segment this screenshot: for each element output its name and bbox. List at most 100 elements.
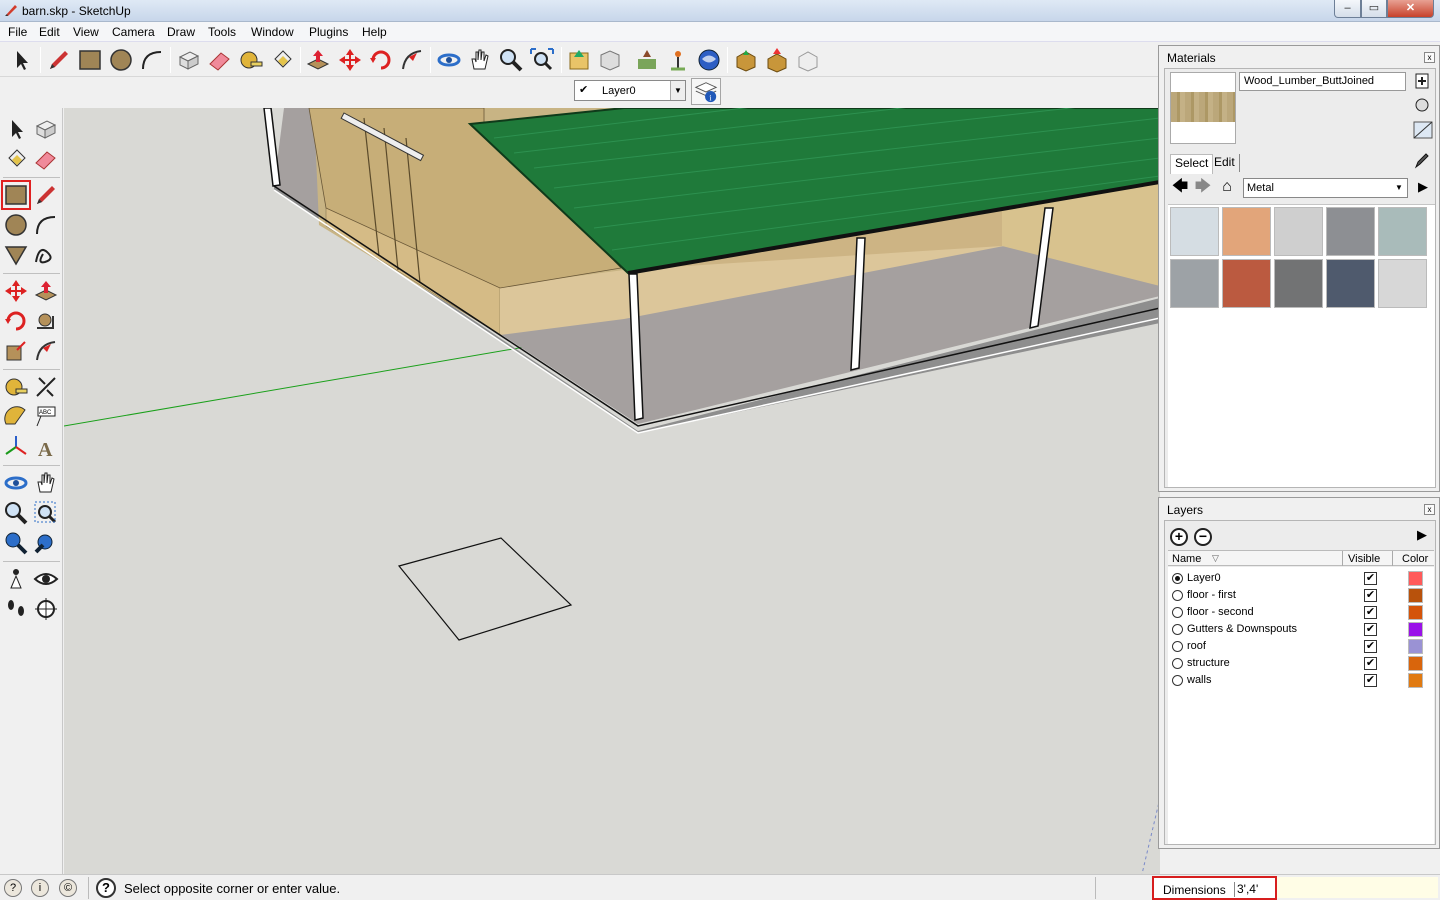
material-swatch[interactable] <box>1274 259 1323 308</box>
walk-footprints-icon[interactable] <box>3 596 29 622</box>
active-layer-radio[interactable] <box>1172 573 1183 584</box>
menu-edit[interactable]: Edit <box>39 25 60 39</box>
eraser-tool-icon[interactable] <box>33 146 59 172</box>
protractor-tool-icon[interactable] <box>3 404 29 430</box>
material-swatch[interactable] <box>1378 259 1427 308</box>
help-icon[interactable]: ? <box>96 878 116 898</box>
text-tool-icon[interactable]: ABC <box>33 404 59 430</box>
menu-help[interactable]: Help <box>362 25 387 39</box>
add-location-icon[interactable] <box>634 47 660 73</box>
make-component-icon[interactable] <box>33 116 59 142</box>
material-name-field[interactable]: Wood_Lumber_ButtJoined <box>1239 72 1406 91</box>
menu-camera[interactable]: Camera <box>112 25 155 39</box>
share-model-icon[interactable] <box>597 47 623 73</box>
zoom-tool-icon[interactable] <box>498 47 524 73</box>
menu-draw[interactable]: Draw <box>167 25 195 39</box>
layer-name[interactable]: floor - second <box>1187 606 1254 618</box>
column-name[interactable]: Name <box>1172 553 1201 565</box>
arc-tool-icon[interactable] <box>139 47 165 73</box>
preview-google-earth-icon[interactable] <box>696 47 722 73</box>
sample-paint-eyedropper-icon[interactable] <box>1413 151 1431 169</box>
orbit-tool-icon[interactable] <box>436 47 462 73</box>
layer-row[interactable]: Gutters & Downspouts ✔ <box>1168 621 1434 638</box>
measurements-box[interactable]: Dimensions 3',4' <box>1152 876 1277 900</box>
zoom-extents-icon[interactable] <box>529 47 555 73</box>
pencil-tool-icon[interactable] <box>46 47 72 73</box>
follow-me-icon[interactable] <box>399 47 425 73</box>
visible-checkbox[interactable]: ✔ <box>1364 674 1377 687</box>
material-swatch[interactable] <box>1222 207 1271 256</box>
section-plane-icon[interactable] <box>33 596 59 622</box>
credits-icon[interactable]: © <box>59 879 77 897</box>
material-swatch[interactable] <box>1274 207 1323 256</box>
layer-name[interactable]: structure <box>1187 657 1230 669</box>
current-layer-dropdown[interactable]: ✔ Layer0 ▼ <box>574 80 686 101</box>
visible-checkbox[interactable]: ✔ <box>1364 606 1377 619</box>
tab-edit[interactable]: Edit <box>1210 154 1240 172</box>
chevron-down-icon[interactable]: ▼ <box>670 81 685 100</box>
default-paint-icon[interactable] <box>1414 97 1430 113</box>
model-info-icon[interactable]: i <box>31 879 49 897</box>
get-models-icon[interactable] <box>566 47 592 73</box>
get-models-warehouse-icon[interactable] <box>733 47 759 73</box>
follow-me-icon[interactable] <box>33 308 59 334</box>
geo-location-icon[interactable]: ? <box>4 879 22 897</box>
paint-bucket-icon[interactable] <box>3 146 29 172</box>
zoom-extents-icon[interactable] <box>33 530 59 556</box>
material-swatch[interactable] <box>1378 207 1427 256</box>
layer-name[interactable]: Layer0 <box>1187 572 1221 584</box>
material-swatch[interactable] <box>1170 207 1219 256</box>
active-layer-radio[interactable] <box>1172 658 1183 669</box>
make-component-icon[interactable] <box>176 47 202 73</box>
measurements-input-area[interactable] <box>1277 877 1438 898</box>
3d-text-icon[interactable]: A <box>33 434 59 460</box>
layer-row[interactable]: structure ✔ <box>1168 655 1434 672</box>
layer-manager-icon[interactable]: i <box>691 78 721 105</box>
close-icon[interactable]: x <box>1424 504 1435 515</box>
select-tool-icon[interactable] <box>8 47 34 73</box>
layer-row[interactable]: Layer0 ✔ <box>1168 570 1434 587</box>
look-around-eye-icon[interactable] <box>33 566 59 592</box>
material-swatch[interactable] <box>1170 259 1219 308</box>
layer-name[interactable]: floor - first <box>1187 589 1236 601</box>
layer-color-swatch[interactable] <box>1408 639 1423 654</box>
menu-tools[interactable]: Tools <box>208 25 236 39</box>
toggle-terrain-icon[interactable] <box>665 47 691 73</box>
axes-tool-icon[interactable] <box>3 434 29 460</box>
details-arrow-icon[interactable]: ▶ <box>1413 177 1433 197</box>
active-layer-radio[interactable] <box>1172 624 1183 635</box>
active-layer-radio[interactable] <box>1172 607 1183 618</box>
forward-arrow-icon[interactable]: 🡆 <box>1193 177 1213 197</box>
rectangle-tool-icon[interactable] <box>1 180 31 210</box>
close-window-button[interactable]: ✕ <box>1387 0 1434 18</box>
column-visible[interactable]: Visible <box>1348 553 1380 565</box>
zoom-tool-icon[interactable] <box>3 500 29 526</box>
active-layer-radio[interactable] <box>1172 590 1183 601</box>
minimize-button[interactable]: – <box>1334 0 1361 18</box>
layer-name[interactable]: walls <box>1187 674 1211 686</box>
visible-checkbox[interactable]: ✔ <box>1364 572 1377 585</box>
dimension-tool-icon[interactable] <box>33 374 59 400</box>
polygon-tool-icon[interactable] <box>3 242 29 268</box>
tape-measure-icon[interactable] <box>238 47 264 73</box>
layer-color-swatch[interactable] <box>1408 571 1423 586</box>
column-color[interactable]: Color <box>1402 553 1428 565</box>
tab-select[interactable]: Select <box>1170 154 1214 174</box>
eraser-tool-icon[interactable] <box>207 47 233 73</box>
orbit-tool-icon[interactable] <box>3 470 29 496</box>
visible-checkbox[interactable]: ✔ <box>1364 589 1377 602</box>
layer-color-swatch[interactable] <box>1408 622 1423 637</box>
tape-measure-icon[interactable] <box>3 374 29 400</box>
material-preview[interactable] <box>1170 72 1236 144</box>
move-tool-icon[interactable] <box>3 278 29 304</box>
material-library-dropdown[interactable]: Metal ▼ <box>1243 178 1408 198</box>
layer-row[interactable]: roof ✔ <box>1168 638 1434 655</box>
add-layer-button[interactable]: + <box>1170 528 1188 546</box>
material-swatch[interactable] <box>1326 259 1375 308</box>
previous-view-icon[interactable] <box>3 530 29 556</box>
select-tool-icon[interactable] <box>3 116 29 142</box>
position-camera-icon[interactable] <box>3 566 29 592</box>
pan-hand-icon[interactable] <box>467 47 493 73</box>
layer-color-swatch[interactable] <box>1408 605 1423 620</box>
chevron-down-icon[interactable]: ▼ <box>1391 179 1407 197</box>
